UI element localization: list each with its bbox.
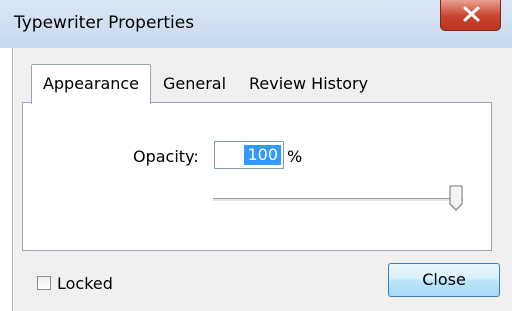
- percent-unit: %: [287, 147, 303, 166]
- close-x-icon: [463, 6, 480, 22]
- close-button[interactable]: Close: [388, 263, 500, 297]
- tab-general[interactable]: General: [163, 65, 226, 102]
- dialog-content: Appearance General Review History Opacit…: [12, 48, 512, 311]
- locked-checkbox[interactable]: [37, 276, 51, 290]
- opacity-label: Opacity:: [133, 147, 199, 166]
- opacity-input[interactable]: 100: [214, 141, 284, 169]
- tab-review-history[interactable]: Review History: [249, 65, 368, 102]
- locked-label: Locked: [57, 274, 113, 293]
- window-close-button[interactable]: [440, 0, 501, 31]
- opacity-slider-track[interactable]: [213, 198, 463, 202]
- opacity-value: 100: [244, 145, 281, 165]
- window-title: Typewriter Properties: [14, 13, 195, 33]
- opacity-slider-thumb[interactable]: [449, 185, 463, 211]
- appearance-panel: Opacity: 100 %: [22, 102, 492, 251]
- tab-appearance[interactable]: Appearance: [31, 64, 151, 104]
- title-bar: Typewriter Properties: [0, 0, 512, 48]
- typewriter-properties-dialog: Typewriter Properties Appearance General…: [0, 0, 512, 311]
